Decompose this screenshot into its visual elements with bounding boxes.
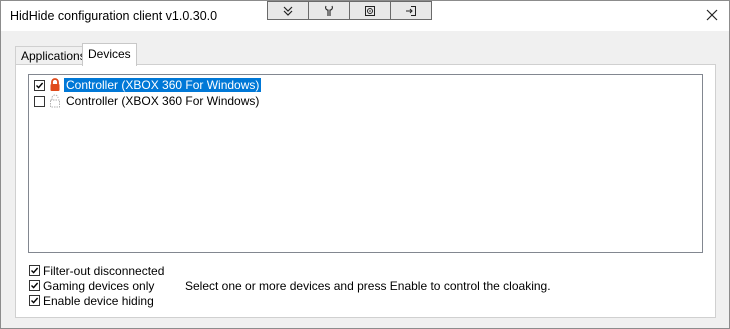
filter-disconnected-checkbox[interactable] xyxy=(29,265,40,276)
hint-text: Select one or more devices and press Ena… xyxy=(185,279,551,293)
wrench-icon xyxy=(325,5,333,16)
tab-applications[interactable]: Applications xyxy=(15,46,92,65)
lock-icon xyxy=(50,78,60,91)
list-item[interactable]: Controller (XBOX 360 For Windows) xyxy=(34,77,262,93)
close-button[interactable] xyxy=(703,6,721,24)
main-window: HidHide configuration client v1.0.30.0 A… xyxy=(0,0,730,329)
device-list[interactable]: Controller (XBOX 360 For Windows) Contro… xyxy=(28,74,703,253)
close-icon xyxy=(706,9,718,21)
checkmark-icon xyxy=(36,82,44,89)
checkmark-icon xyxy=(31,297,39,304)
title-bar: HidHide configuration client v1.0.30.0 xyxy=(1,1,729,31)
filter-disconnected-option[interactable]: Filter-out disconnected xyxy=(29,263,164,278)
gaming-devices-label: Gaming devices only xyxy=(43,278,155,293)
settings-button[interactable] xyxy=(308,1,350,20)
checkmark-icon xyxy=(31,282,39,289)
gaming-devices-checkbox[interactable] xyxy=(29,280,40,291)
target-icon xyxy=(365,5,375,16)
enable-hiding-checkbox[interactable] xyxy=(29,295,40,306)
chevrons-down-icon xyxy=(283,6,293,16)
sign-in-icon xyxy=(406,5,416,16)
collapse-button[interactable] xyxy=(267,1,309,20)
tab-devices[interactable]: Devices xyxy=(82,43,137,66)
toolbar xyxy=(267,1,432,22)
target-button[interactable] xyxy=(349,1,391,20)
unlocked-outline-icon xyxy=(50,94,60,108)
sign-in-button[interactable] xyxy=(390,1,432,20)
filter-disconnected-label: Filter-out disconnected xyxy=(43,263,165,278)
enable-hiding-option[interactable]: Enable device hiding xyxy=(29,293,154,308)
device-label: Controller (XBOX 360 For Windows) xyxy=(64,78,262,92)
devices-panel: Controller (XBOX 360 For Windows) Contro… xyxy=(15,64,716,318)
checkmark-icon xyxy=(31,267,39,274)
enable-hiding-label: Enable device hiding xyxy=(43,293,154,308)
device-checkbox[interactable] xyxy=(34,95,45,107)
list-item[interactable]: Controller (XBOX 360 For Windows) xyxy=(34,93,261,109)
device-label: Controller (XBOX 360 For Windows) xyxy=(66,94,260,108)
device-checkbox[interactable] xyxy=(34,79,45,91)
window-title: HidHide configuration client v1.0.30.0 xyxy=(10,9,218,23)
gaming-devices-option[interactable]: Gaming devices only xyxy=(29,278,154,293)
